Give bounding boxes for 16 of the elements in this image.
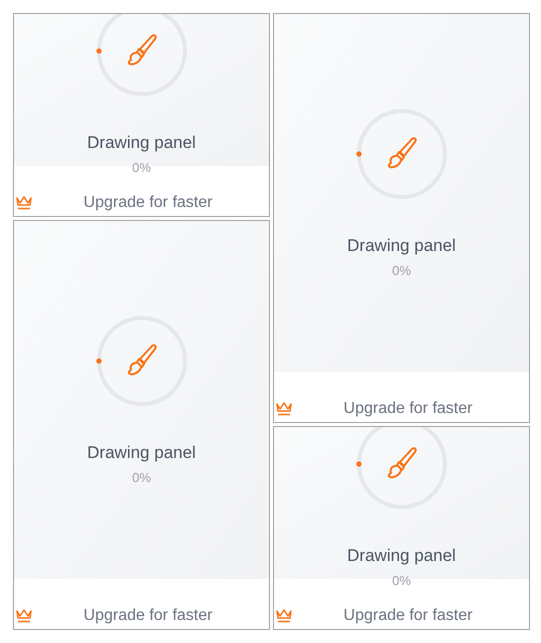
crown-icon [15, 608, 33, 623]
progress-percent: 0% [132, 158, 151, 176]
upgrade-link[interactable]: Upgrade for faster [344, 606, 472, 626]
upgrade-link[interactable]: Upgrade for faster [84, 193, 212, 213]
crown-icon [15, 195, 33, 210]
card-title: Drawing panel [347, 544, 456, 566]
card-title: Drawing panel [87, 132, 196, 154]
card-title: Drawing panel [347, 234, 456, 256]
upgrade-link[interactable]: Upgrade for faster [84, 606, 212, 626]
upgrade-link[interactable]: Upgrade for faster [344, 399, 472, 419]
crown-icon [275, 401, 293, 416]
progress-percent: 0% [132, 468, 151, 486]
progress-percent: 0% [392, 572, 411, 590]
progress-percent: 0% [392, 262, 411, 280]
card-title: Drawing panel [87, 442, 196, 464]
crown-icon [275, 608, 293, 623]
